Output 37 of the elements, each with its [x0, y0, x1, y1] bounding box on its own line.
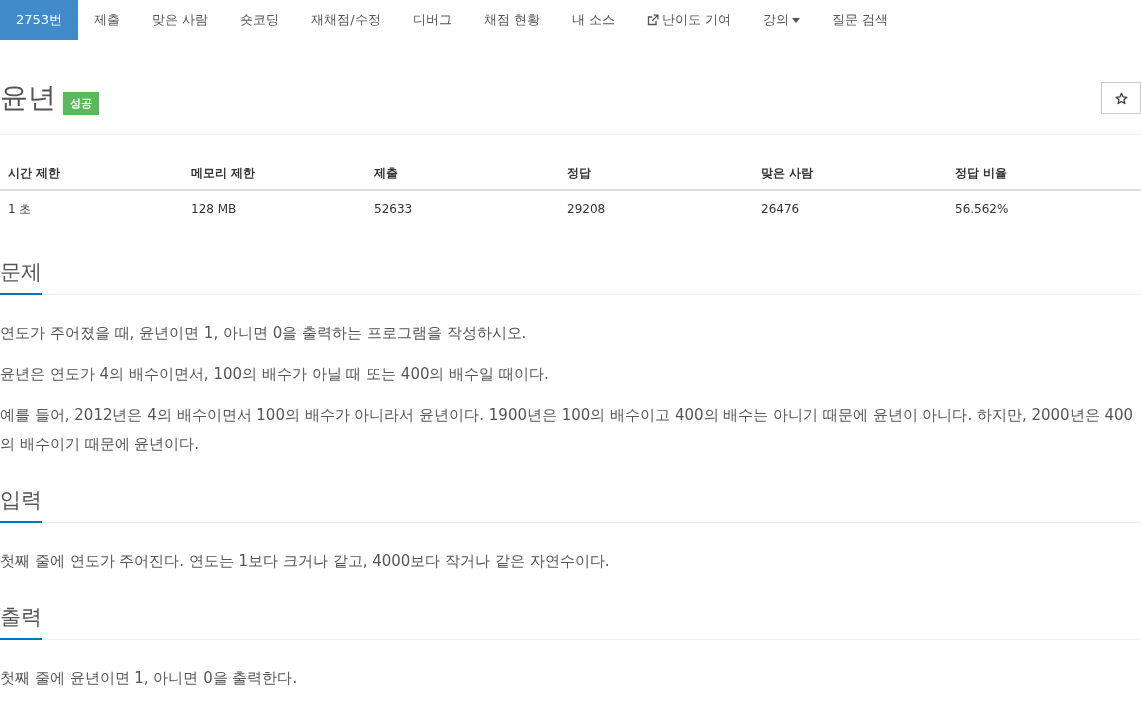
- problem-title: 윤년: [0, 80, 56, 116]
- external-link-icon: [646, 14, 659, 26]
- table-cell-text: 26476: [760, 201, 801, 218]
- table-cell-text: 128 MB: [190, 201, 238, 218]
- star-button[interactable]: [1101, 82, 1141, 114]
- column-header: 시간 제한: [0, 155, 183, 191]
- nav-tab[interactable]: 제출: [78, 0, 137, 40]
- paragraph: 예를 들어, 2012년은 4의 배수이면서 100의 배수가 아니라서 윤년이다. 1900년은 100의 배수이고 400의 배수는 아니기 때문에 윤년이 아니다. 하지만, 2000년은 400의 배수이기 때문에 윤년이다.: [0, 405, 1135, 455]
- column-header: 제출: [366, 155, 559, 191]
- column-header: 정답 비율: [947, 155, 1141, 191]
- section-heading: 출력: [0, 602, 42, 640]
- table-cell-text: 52633: [373, 201, 414, 218]
- nav-tab[interactable]: 채점 현황: [467, 0, 556, 40]
- column-header: 맞은 사람: [753, 155, 947, 191]
- star-icon: [1114, 91, 1128, 105]
- paragraph: 첫째 줄에 윤년이면 1, 아니면 0을 출력한다.: [0, 668, 299, 689]
- nav-tab[interactable]: 내 소스: [555, 0, 631, 40]
- nav-tab[interactable]: 질문 검색: [816, 0, 905, 40]
- nav-tab[interactable]: 2753번: [0, 0, 79, 40]
- nav-tab[interactable]: 맞은 사람: [136, 0, 225, 40]
- section-heading: 문제: [0, 257, 42, 295]
- section-heading: 입력: [0, 485, 42, 523]
- table-cell-text: 56.562%: [954, 201, 1010, 218]
- nav-tab[interactable]: 숏코딩: [224, 0, 296, 40]
- paragraph: 윤년은 연도가 4의 배수이면서, 100의 배수가 아닐 때 또는 400의 배수일 때이다.: [0, 364, 550, 385]
- nav-tab[interactable]: 강의: [747, 0, 817, 40]
- nav-tab[interactable]: 디버그: [396, 0, 468, 40]
- table-cell-text: 1 초: [7, 201, 33, 218]
- nav-tab[interactable]: 난이도 기여: [630, 0, 748, 40]
- column-header: 메모리 제한: [183, 155, 366, 191]
- status-badge: 성공: [63, 92, 99, 115]
- paragraph: 첫째 줄에 연도가 주어진다. 연도는 1보다 크거나 같고, 4000보다 작거나 같은 자연수이다.: [0, 551, 611, 572]
- nav-tab[interactable]: 재채점/수정: [295, 0, 397, 40]
- caret-icon: [792, 17, 801, 23]
- paragraph: 연도가 주어졌을 때, 윤년이면 1, 아니면 0을 출력하는 프로그램을 작성하시오.: [0, 323, 528, 344]
- column-header: 정답: [559, 155, 753, 191]
- table-cell-text: 29208: [566, 201, 607, 218]
